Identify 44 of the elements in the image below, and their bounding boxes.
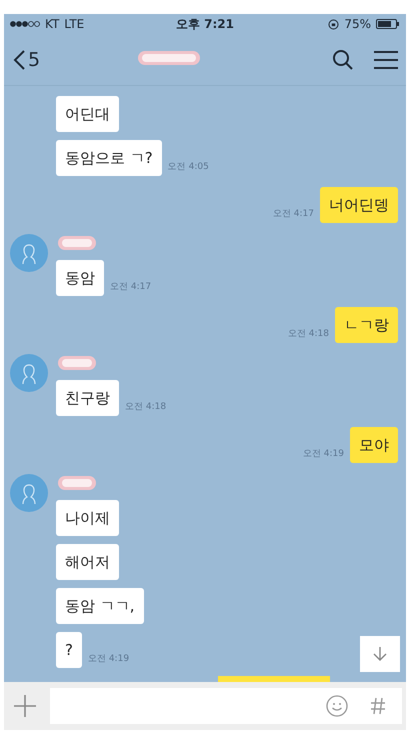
avatar-icon[interactable] [10,474,48,512]
battery-percent: 75% [344,17,371,31]
message-bubble: 동암 ㄱㄱ, [56,588,144,624]
message-time: 오전 4:18 [125,401,166,414]
back-button[interactable]: 5 [12,48,40,70]
plus-icon[interactable] [14,695,36,717]
scroll-down-button[interactable] [360,636,400,672]
avatar-icon[interactable] [10,234,48,272]
message-bubble: 모야 [350,427,398,463]
hashtag-icon[interactable] [370,697,386,715]
message-bubble: 동암으로 ㄱ? [56,140,162,176]
down-arrow-icon [373,646,387,662]
message-time: 오전 4:05 [168,161,209,174]
search-button[interactable] [332,48,354,70]
message-time: 오전 4:17 [110,281,152,294]
message-input[interactable] [50,688,402,724]
search-icon [332,48,354,70]
signal-icon [10,21,40,27]
message-bubble: 해어저 [56,544,119,580]
message-bubble: 동암 [56,260,104,296]
redaction-mark [56,354,98,372]
battery-icon [376,19,400,29]
menu-button[interactable] [374,50,398,70]
redaction-mark [56,474,98,492]
message-bubble: 너어딘뎅 [320,187,398,223]
message-bubble: ? [56,632,82,668]
redaction-mark [56,234,98,252]
network-label: LTE [64,17,84,31]
message-bubble: 나이제 [56,500,119,536]
message-bubble: 어딘대 [56,96,119,132]
redaction-mark [136,48,202,66]
rotation-lock-icon [328,18,340,30]
message-time: 오전 4:17 [272,208,314,221]
carrier-label: KT [45,17,60,31]
message-time: 오전 4:19 [302,448,344,461]
avatar-icon[interactable] [10,354,48,392]
clock-time: 오후 7:21 [176,16,234,32]
back-icon [12,48,26,70]
message-time: 오전 4:18 [288,328,329,341]
message-bubble: 친구랑 [56,380,119,416]
message-time: 오전 4:19 [88,653,130,666]
message-bubble: ㄴㄱ랑 [335,307,398,343]
menu-icon [374,50,398,70]
emoji-icon[interactable] [326,695,348,717]
